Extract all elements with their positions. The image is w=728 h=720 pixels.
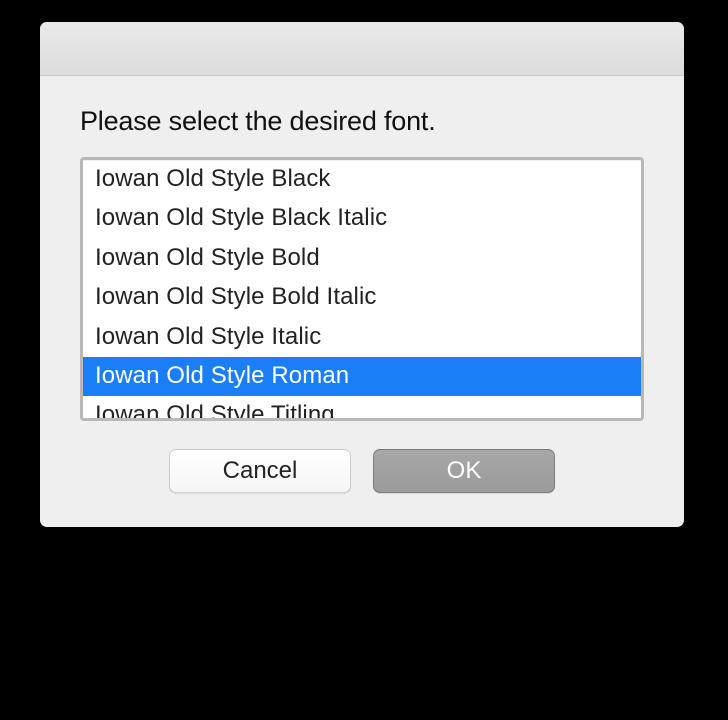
cancel-button[interactable]: Cancel [169,449,351,493]
titlebar[interactable] [40,22,684,76]
button-row: Cancel OK [80,449,644,493]
list-item[interactable]: Iowan Old Style Italic [83,318,641,357]
prompt-text: Please select the desired font. [80,106,644,137]
list-item[interactable]: Iowan Old Style Bold Italic [83,278,641,317]
list-item[interactable]: Iowan Old Style Black [83,160,641,199]
font-listbox[interactable]: Iowan Old Style BlackIowan Old Style Bla… [80,157,644,421]
ok-button[interactable]: OK [373,449,555,493]
list-item[interactable]: Iowan Old Style Bold [83,239,641,278]
list-item[interactable]: Iowan Old Style Roman [83,357,641,396]
list-item[interactable]: Iowan Old Style Titling [83,396,641,421]
font-select-dialog: Please select the desired font. Iowan Ol… [40,22,684,527]
dialog-content: Please select the desired font. Iowan Ol… [40,76,684,527]
list-item[interactable]: Iowan Old Style Black Italic [83,199,641,238]
